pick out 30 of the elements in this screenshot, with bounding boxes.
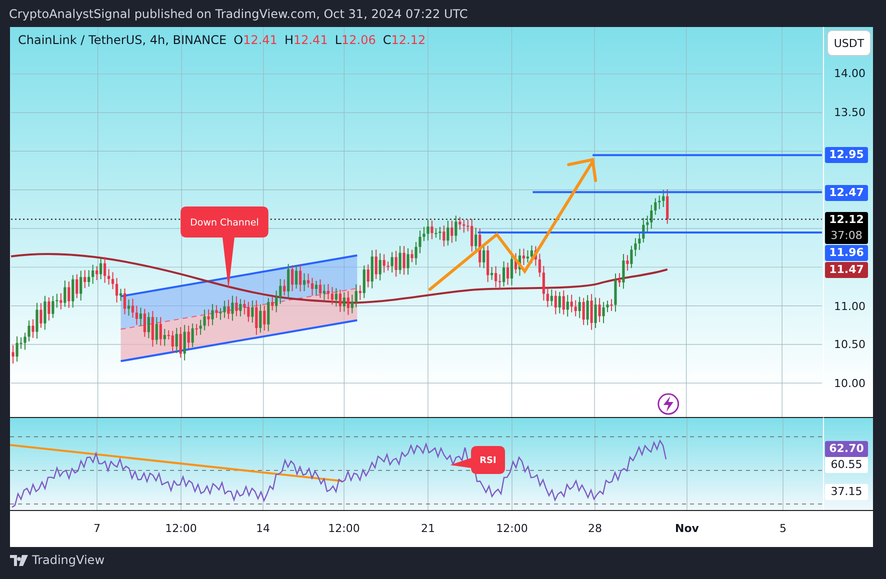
- price-tag: 11.96: [825, 244, 868, 261]
- logo-icon: [10, 554, 28, 566]
- time-tick: 12:00: [328, 522, 360, 535]
- rsi-tag: 62.70: [825, 441, 868, 457]
- callout-label: RSI: [450, 446, 505, 474]
- time-tick: 21: [421, 522, 435, 535]
- price-tag: 12.12 37:08: [825, 212, 868, 244]
- price-tick: 10.00: [834, 376, 866, 392]
- price-tag: 12.95: [825, 147, 868, 164]
- currency-button[interactable]: USDT: [827, 30, 871, 56]
- time-tick: 7: [94, 522, 100, 535]
- price-tag: 12.47: [825, 184, 868, 201]
- time-tick: 28: [588, 522, 602, 535]
- price-tick: 14.00: [834, 66, 866, 82]
- price-tag: 11.47: [825, 262, 868, 278]
- rsi-tag: 37.15: [825, 484, 868, 500]
- time-tick: 5: [780, 522, 786, 535]
- publisher-line: CryptoAnalystSignal published on TradingView.com, Oct 31, 2024 07:22 UTC: [8, 6, 469, 23]
- price-tick: 10.50: [834, 337, 866, 354]
- price-tick: 11.00: [834, 298, 866, 314]
- time-tick: 12:00: [496, 522, 528, 535]
- rsi-tag: 60.55: [825, 457, 868, 473]
- symbol-legend: ChainLink / TetherUS, 4h, BINANCE O12.41 H12.41 L12.06 C12.12: [18, 33, 426, 47]
- time-tick: Nov: [675, 522, 699, 535]
- time-tick: 14: [256, 522, 270, 535]
- lightning-icon[interactable]: [658, 393, 680, 415]
- callout-label: Down Channel: [180, 206, 268, 290]
- brand-name: TradingView: [32, 553, 105, 567]
- time-tick: 12:00: [165, 522, 197, 535]
- price-tick: 13.50: [834, 104, 866, 121]
